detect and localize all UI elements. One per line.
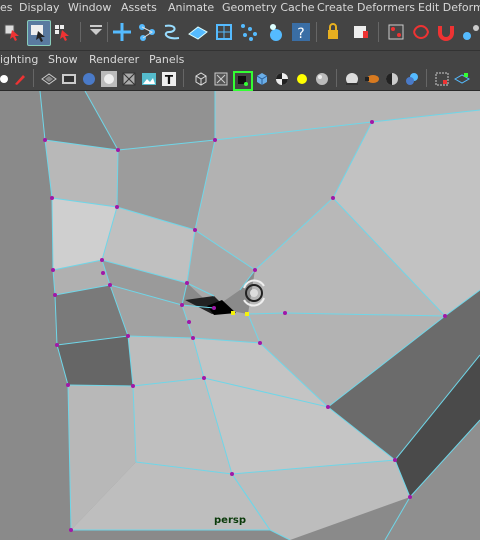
menu-bar: es Display Window Assets Animate Geometr… xyxy=(0,0,480,16)
camera-icon[interactable] xyxy=(350,20,372,44)
svg-text:?: ? xyxy=(297,26,304,42)
panel-menu-panels[interactable]: Panels xyxy=(149,51,184,68)
menu-create-deformers[interactable]: Create Deformers xyxy=(317,0,415,16)
svg-text:T: T xyxy=(165,73,174,87)
tool-shelf: ? xyxy=(0,16,480,51)
text-icon[interactable]: T xyxy=(161,71,177,87)
panel-menu-renderer[interactable]: Renderer xyxy=(89,51,139,68)
camera-name-label: persp xyxy=(214,515,246,526)
panel-toolbar: T xyxy=(0,68,480,91)
paint-select-icon[interactable] xyxy=(52,20,74,44)
menu-edit-deformers[interactable]: Edit Deformers xyxy=(418,0,480,16)
cube-wire-icon[interactable] xyxy=(193,71,209,87)
ik-icon[interactable] xyxy=(410,20,432,44)
smooth-shade-icon[interactable] xyxy=(101,71,117,87)
image-plane-icon[interactable] xyxy=(41,71,57,87)
menu-animate[interactable]: Animate xyxy=(168,0,214,16)
curve-icon[interactable] xyxy=(161,20,183,44)
xray-icon[interactable] xyxy=(213,71,229,87)
panel-menu-bar: ighting Show Renderer Panels xyxy=(0,51,480,68)
snap-grid-icon[interactable] xyxy=(85,20,107,44)
menu-window[interactable]: Window xyxy=(68,0,111,16)
shadow-icon[interactable] xyxy=(344,71,360,87)
panel-menu-show[interactable]: Show xyxy=(48,51,78,68)
viewport-persp[interactable] xyxy=(0,91,480,540)
menu-assets[interactable]: Assets xyxy=(121,0,157,16)
ao-icon[interactable] xyxy=(384,71,400,87)
texture-icon[interactable] xyxy=(141,71,157,87)
sphere-icon[interactable] xyxy=(314,71,330,87)
motion-blur-icon[interactable] xyxy=(364,71,380,87)
select-tool-icon[interactable] xyxy=(2,20,24,44)
shaded-icon[interactable] xyxy=(81,71,97,87)
checker-icon[interactable] xyxy=(274,71,290,87)
lattice-icon[interactable] xyxy=(213,20,235,44)
fluid-icon[interactable] xyxy=(264,20,286,44)
menu-geometry-cache[interactable]: Geometry Cache xyxy=(222,0,315,16)
joint-icon[interactable] xyxy=(460,20,480,44)
menu-item-partial[interactable]: es xyxy=(0,0,13,16)
brush-icon[interactable] xyxy=(12,71,28,87)
film-gate-icon[interactable] xyxy=(61,71,77,87)
magnet-icon[interactable] xyxy=(435,20,457,44)
lasso-icon[interactable] xyxy=(27,20,51,46)
menu-display[interactable]: Display xyxy=(19,0,60,16)
lock-icon[interactable] xyxy=(322,20,344,44)
resolution-gate-icon[interactable] xyxy=(434,71,450,87)
cube-solid-icon[interactable] xyxy=(254,71,270,87)
light-icon[interactable] xyxy=(294,71,310,87)
nodes-icon[interactable] xyxy=(136,20,158,44)
move-tool-icon[interactable] xyxy=(111,20,133,44)
cluster-icon[interactable] xyxy=(385,20,407,44)
particles-icon[interactable] xyxy=(238,20,260,44)
mesh-view[interactable] xyxy=(0,91,480,540)
wireframe-on-shaded-icon[interactable] xyxy=(121,71,137,87)
multisample-icon[interactable] xyxy=(404,71,420,87)
help-icon[interactable]: ? xyxy=(290,20,312,44)
plane-icon[interactable] xyxy=(187,20,209,44)
panel-menu-lighting[interactable]: ighting xyxy=(0,51,38,68)
grid-icon[interactable] xyxy=(453,71,471,87)
component-mode-icon[interactable] xyxy=(233,71,253,91)
